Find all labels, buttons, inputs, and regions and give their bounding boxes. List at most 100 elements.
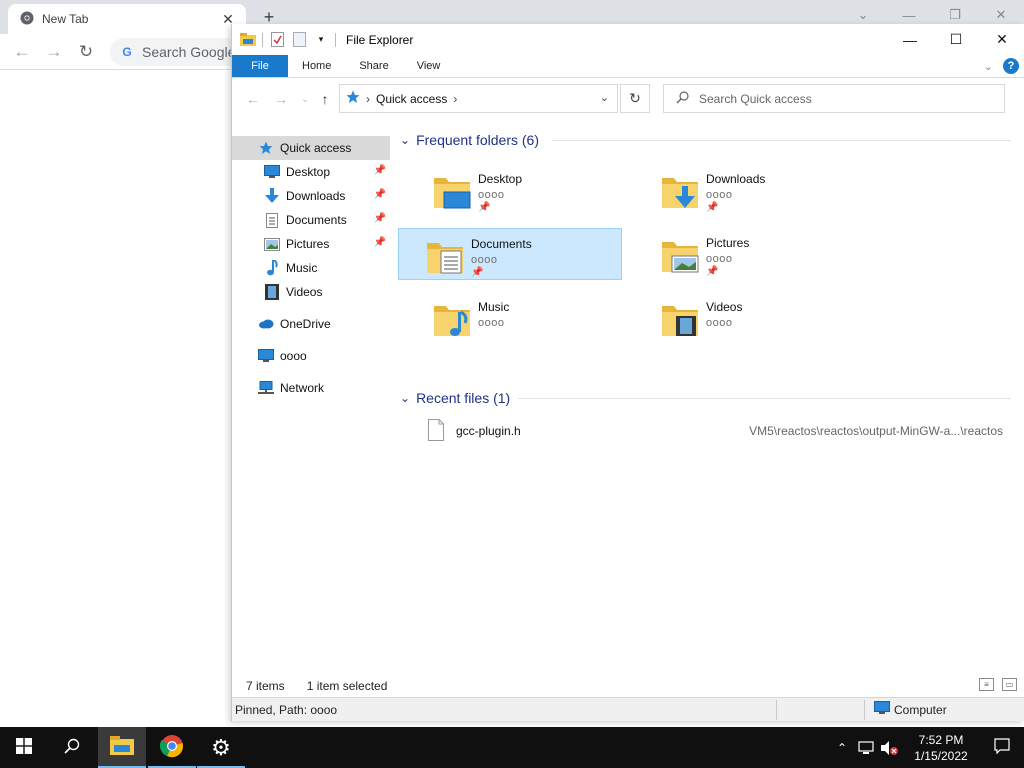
sidebar-item-label: oooo — [280, 349, 307, 363]
forward-icon[interactable]: → — [42, 40, 66, 64]
forward-icon[interactable]: → — [272, 90, 290, 108]
sidebar-item-downloads[interactable]: Downloads 📌 — [232, 184, 390, 208]
sidebar-item-label: Videos — [286, 285, 323, 299]
folder-name: Documents — [471, 237, 532, 251]
up-icon[interactable]: ↑ — [316, 90, 334, 108]
minimize-button[interactable]: — — [887, 24, 933, 55]
frequent-folders-header[interactable]: ⌄ Frequent folders (6) — [392, 128, 1024, 152]
onedrive-icon — [258, 316, 274, 332]
documents-icon — [264, 212, 280, 228]
folder-music-icon — [432, 300, 472, 340]
sidebar-item-network[interactable]: Network — [232, 376, 390, 400]
folder-tile-music[interactable]: Music oooo — [406, 292, 630, 344]
search-button[interactable] — [48, 727, 96, 768]
show-hidden-icons-icon[interactable]: ⌃ — [830, 727, 854, 768]
details-view-icon[interactable]: ≡ — [979, 678, 994, 691]
file-icon — [428, 418, 444, 444]
folder-tile-pictures[interactable]: Pictures oooo 📌 — [634, 228, 858, 280]
folder-tile-desktop[interactable]: Desktop oooo 📌 — [406, 164, 630, 216]
sidebar-item-desktop[interactable]: Desktop 📌 — [232, 160, 390, 184]
gear-icon: ⚙ — [211, 734, 231, 760]
folder-tile-documents[interactable]: Documents oooo 📌 — [398, 228, 622, 280]
address-dropdown-icon[interactable]: ⌄ — [600, 91, 609, 104]
recent-file-name: gcc-plugin.h — [456, 424, 521, 438]
start-button[interactable] — [0, 727, 48, 768]
back-icon[interactable]: ← — [10, 40, 34, 64]
explorer-titlebar: ▾ File Explorer — ☐ ✕ — [232, 24, 1024, 55]
customize-qat-icon[interactable]: ▾ — [313, 32, 329, 48]
frequent-folders-grid: Desktop oooo 📌 Downloads oooo 📌 Document… — [392, 152, 1024, 368]
network-status-icon[interactable] — [854, 727, 878, 768]
folder-pictures-icon — [660, 236, 700, 276]
sidebar-item-music[interactable]: Music — [232, 256, 390, 280]
recent-locations-icon[interactable]: ⌄ — [296, 90, 314, 108]
taskbar-settings[interactable]: ⚙ — [197, 727, 245, 768]
refresh-button[interactable]: ↻ — [620, 84, 650, 113]
sidebar-item-videos[interactable]: Videos — [232, 280, 390, 304]
new-folder-icon[interactable] — [291, 32, 307, 48]
folder-desktop-icon — [432, 172, 472, 212]
breadcrumb-chevron-icon[interactable]: › — [453, 92, 457, 106]
explorer-icon — [110, 736, 134, 759]
sidebar-item-this-pc[interactable]: oooo — [232, 344, 390, 368]
tab-home[interactable]: Home — [288, 55, 345, 77]
sidebar-item-label: OneDrive — [280, 317, 331, 331]
taskbar-chrome[interactable] — [148, 727, 196, 768]
sidebar-item-label: Desktop — [286, 165, 331, 179]
help-icon[interactable]: ? — [1003, 58, 1019, 74]
chrome-icon — [20, 11, 34, 28]
pin-icon: 📌 — [373, 189, 386, 200]
qat-separator — [262, 32, 263, 47]
folder-location: oooo — [706, 317, 733, 329]
reload-icon[interactable]: ↻ — [74, 40, 98, 64]
chevron-down-icon[interactable]: ⌄ — [400, 133, 410, 147]
back-icon[interactable]: ← — [244, 90, 262, 108]
folder-tile-downloads[interactable]: Downloads oooo 📌 — [634, 164, 858, 216]
address-bar[interactable]: › Quick access › ⌄ — [339, 84, 618, 113]
folder-tile-videos[interactable]: Videos oooo — [634, 292, 858, 344]
recent-file-row[interactable]: gcc-plugin.h VM5\reactos\reactos\output-… — [392, 416, 1024, 446]
breadcrumb-quick-access[interactable]: Quick access — [376, 92, 447, 106]
sidebar-item-onedrive[interactable]: OneDrive — [232, 312, 390, 336]
taskbar: ⚙ ⌃ 7:52 PM 1/15/2022 — [0, 727, 1024, 768]
tab-share[interactable]: Share — [345, 55, 402, 77]
properties-icon[interactable] — [269, 32, 285, 48]
chevron-down-icon[interactable]: ⌄ — [400, 391, 410, 405]
close-button[interactable]: ✕ — [979, 24, 1024, 55]
expand-ribbon-icon[interactable]: ⌄ — [984, 60, 993, 73]
divider — [776, 700, 777, 720]
large-icons-view-icon[interactable]: ▭ — [1002, 678, 1017, 691]
pin-icon: 📌 — [373, 237, 386, 248]
sidebar-item-label: Documents — [286, 213, 347, 227]
google-icon: G — [122, 45, 132, 59]
downloads-icon — [264, 188, 280, 204]
tab-view[interactable]: View — [403, 55, 455, 77]
pin-icon: 📌 — [478, 202, 491, 213]
volume-muted-icon[interactable] — [878, 727, 902, 768]
chrome-tab-new-tab[interactable]: New Tab ✕ — [8, 4, 246, 34]
folder-location: oooo — [706, 189, 733, 201]
search-input[interactable] — [699, 91, 979, 106]
sidebar-item-quick-access[interactable]: Quick access — [232, 136, 390, 160]
sidebar-item-pictures[interactable]: Pictures 📌 — [232, 232, 390, 256]
action-center-button[interactable] — [980, 727, 1024, 768]
pin-icon: 📌 — [706, 266, 719, 277]
tab-file[interactable]: File — [232, 55, 288, 77]
recent-files-header[interactable]: ⌄ Recent files (1) — [392, 386, 1024, 410]
windows-icon — [16, 738, 32, 757]
search-box[interactable] — [663, 84, 1005, 113]
taskbar-file-explorer[interactable] — [98, 727, 146, 768]
content-pane: ⌄ Frequent folders (6) Desktop oooo 📌 Do… — [392, 128, 1024, 446]
clock-date: 1/15/2022 — [914, 748, 968, 763]
quick-access-star-icon — [258, 140, 274, 156]
explorer-icon — [240, 32, 256, 48]
clock[interactable]: 7:52 PM 1/15/2022 — [902, 732, 980, 764]
folder-location: oooo — [471, 254, 498, 266]
sidebar-item-documents[interactable]: Documents 📌 — [232, 208, 390, 232]
folder-documents-icon — [425, 237, 465, 277]
computer-icon — [874, 701, 890, 718]
selection-count: 1 item selected — [306, 679, 388, 693]
maximize-button[interactable]: ☐ — [933, 24, 979, 55]
breadcrumb-chevron-icon[interactable]: › — [366, 92, 370, 106]
navigation-pane: Quick access Desktop 📌 Downloads 📌 Docum… — [232, 136, 390, 400]
